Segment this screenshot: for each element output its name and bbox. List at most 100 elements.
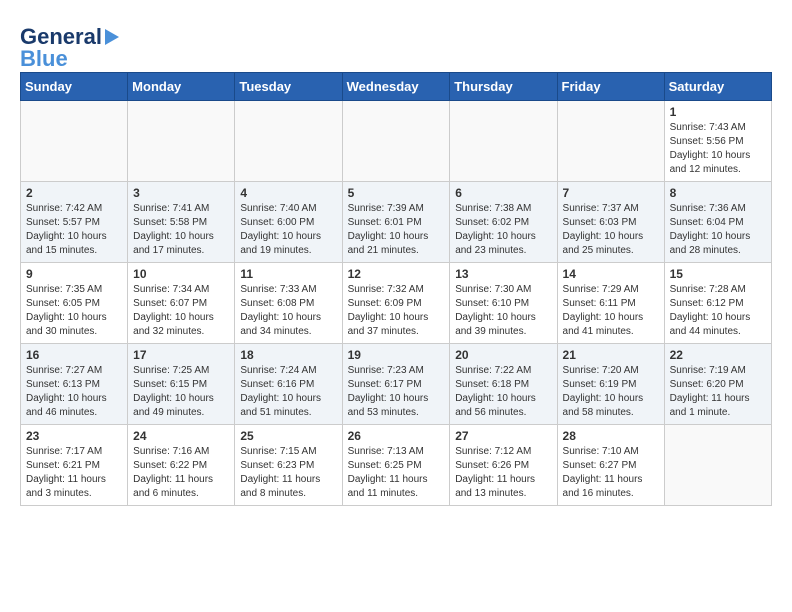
calendar-day-cell: 13 Sunrise: 7:30 AM Sunset: 6:10 PM Dayli… <box>450 263 557 344</box>
calendar-day-cell <box>450 101 557 182</box>
day-info: Sunrise: 7:37 AM Sunset: 6:03 PM Dayligh… <box>563 202 659 258</box>
day-info: Sunrise: 7:17 AM Sunset: 6:21 PM Dayligh… <box>26 445 122 501</box>
logo-blue: Blue <box>20 46 68 72</box>
calendar-day-cell <box>664 425 771 506</box>
calendar-day-cell: 3 Sunrise: 7:41 AM Sunset: 5:58 PM Daylig… <box>128 182 235 263</box>
day-info: Sunrise: 7:39 AM Sunset: 6:01 PM Dayligh… <box>348 202 445 258</box>
calendar-day-cell: 14Sunrise: 7:29 AM Sunset: 6:11 PM Dayli… <box>557 263 664 344</box>
calendar-day-cell <box>557 101 664 182</box>
day-info: Sunrise: 7:36 AM Sunset: 6:04 PM Dayligh… <box>670 202 766 258</box>
calendar-day-cell: 1 Sunrise: 7:43 AM Sunset: 5:56 PM Daylig… <box>664 101 771 182</box>
day-info: Sunrise: 7:27 AM Sunset: 6:13 PM Dayligh… <box>26 364 122 420</box>
calendar-table: SundayMondayTuesdayWednesdayThursdayFrid… <box>20 72 772 506</box>
weekday-header-thursday: Thursday <box>450 73 557 101</box>
day-number: 4 <box>240 186 336 200</box>
calendar-day-cell: 11 Sunrise: 7:33 AM Sunset: 6:08 PM Dayli… <box>235 263 342 344</box>
day-number: 9 <box>26 267 122 281</box>
calendar-day-cell <box>235 101 342 182</box>
weekday-header-monday: Monday <box>128 73 235 101</box>
calendar-week-row: 2 Sunrise: 7:42 AM Sunset: 5:57 PM Daylig… <box>21 182 772 263</box>
day-number: 15 <box>670 267 766 281</box>
day-number: 6 <box>455 186 551 200</box>
day-info: Sunrise: 7:28 AM Sunset: 6:12 PM Dayligh… <box>670 283 766 339</box>
day-number: 3 <box>133 186 229 200</box>
day-info: Sunrise: 7:43 AM Sunset: 5:56 PM Dayligh… <box>670 121 766 177</box>
calendar-day-cell: 28 Sunrise: 7:10 AM Sunset: 6:27 PM Dayli… <box>557 425 664 506</box>
calendar-day-cell: 18 Sunrise: 7:24 AM Sunset: 6:16 PM Dayli… <box>235 344 342 425</box>
calendar-day-cell: 23 Sunrise: 7:17 AM Sunset: 6:21 PM Dayli… <box>21 425 128 506</box>
day-number: 20 <box>455 348 551 362</box>
day-info: Sunrise: 7:38 AM Sunset: 6:02 PM Dayligh… <box>455 202 551 258</box>
day-number: 22 <box>670 348 766 362</box>
calendar-day-cell: 20 Sunrise: 7:22 AM Sunset: 6:18 PM Dayli… <box>450 344 557 425</box>
calendar-week-row: 9 Sunrise: 7:35 AM Sunset: 6:05 PM Daylig… <box>21 263 772 344</box>
day-info: Sunrise: 7:30 AM Sunset: 6:10 PM Dayligh… <box>455 283 551 339</box>
weekday-header-tuesday: Tuesday <box>235 73 342 101</box>
calendar-day-cell: 4 Sunrise: 7:40 AM Sunset: 6:00 PM Daylig… <box>235 182 342 263</box>
day-number: 7 <box>563 186 659 200</box>
weekday-header-friday: Friday <box>557 73 664 101</box>
day-info: Sunrise: 7:22 AM Sunset: 6:18 PM Dayligh… <box>455 364 551 420</box>
weekday-header-wednesday: Wednesday <box>342 73 450 101</box>
day-info: Sunrise: 7:25 AM Sunset: 6:15 PM Dayligh… <box>133 364 229 420</box>
calendar-day-cell <box>21 101 128 182</box>
calendar-day-cell: 16 Sunrise: 7:27 AM Sunset: 6:13 PM Dayli… <box>21 344 128 425</box>
day-info: Sunrise: 7:32 AM Sunset: 6:09 PM Dayligh… <box>348 283 445 339</box>
calendar-day-cell: 12 Sunrise: 7:32 AM Sunset: 6:09 PM Dayli… <box>342 263 450 344</box>
calendar-day-cell: 25 Sunrise: 7:15 AM Sunset: 6:23 PM Dayli… <box>235 425 342 506</box>
day-number: 17 <box>133 348 229 362</box>
day-number: 2 <box>26 186 122 200</box>
day-info: Sunrise: 7:24 AM Sunset: 6:16 PM Dayligh… <box>240 364 336 420</box>
day-number: 13 <box>455 267 551 281</box>
day-number: 21 <box>563 348 659 362</box>
calendar-day-cell: 24 Sunrise: 7:16 AM Sunset: 6:22 PM Dayli… <box>128 425 235 506</box>
day-info: Sunrise: 7:13 AM Sunset: 6:25 PM Dayligh… <box>348 445 445 501</box>
day-number: 18 <box>240 348 336 362</box>
weekday-header-saturday: Saturday <box>664 73 771 101</box>
day-info: Sunrise: 7:16 AM Sunset: 6:22 PM Dayligh… <box>133 445 229 501</box>
calendar-day-cell: 19Sunrise: 7:23 AM Sunset: 6:17 PM Dayli… <box>342 344 450 425</box>
day-number: 19 <box>348 348 445 362</box>
day-number: 12 <box>348 267 445 281</box>
day-number: 23 <box>26 429 122 443</box>
calendar-week-row: 1 Sunrise: 7:43 AM Sunset: 5:56 PM Daylig… <box>21 101 772 182</box>
calendar-day-cell: 17 Sunrise: 7:25 AM Sunset: 6:15 PM Dayli… <box>128 344 235 425</box>
calendar-day-cell: 8 Sunrise: 7:36 AM Sunset: 6:04 PM Daylig… <box>664 182 771 263</box>
calendar-day-cell: 15 Sunrise: 7:28 AM Sunset: 6:12 PM Dayli… <box>664 263 771 344</box>
day-number: 10 <box>133 267 229 281</box>
day-info: Sunrise: 7:10 AM Sunset: 6:27 PM Dayligh… <box>563 445 659 501</box>
logo: General Blue <box>20 24 119 72</box>
day-number: 1 <box>670 105 766 119</box>
day-number: 24 <box>133 429 229 443</box>
day-number: 11 <box>240 267 336 281</box>
logo-arrow-icon <box>105 29 119 45</box>
day-info: Sunrise: 7:29 AM Sunset: 6:11 PM Dayligh… <box>563 283 659 339</box>
day-info: Sunrise: 7:33 AM Sunset: 6:08 PM Dayligh… <box>240 283 336 339</box>
day-number: 16 <box>26 348 122 362</box>
day-info: Sunrise: 7:40 AM Sunset: 6:00 PM Dayligh… <box>240 202 336 258</box>
day-number: 25 <box>240 429 336 443</box>
day-info: Sunrise: 7:41 AM Sunset: 5:58 PM Dayligh… <box>133 202 229 258</box>
day-info: Sunrise: 7:35 AM Sunset: 6:05 PM Dayligh… <box>26 283 122 339</box>
day-info: Sunrise: 7:20 AM Sunset: 6:19 PM Dayligh… <box>563 364 659 420</box>
day-info: Sunrise: 7:12 AM Sunset: 6:26 PM Dayligh… <box>455 445 551 501</box>
calendar-day-cell: 21 Sunrise: 7:20 AM Sunset: 6:19 PM Dayli… <box>557 344 664 425</box>
weekday-header-sunday: Sunday <box>21 73 128 101</box>
calendar-week-row: 23 Sunrise: 7:17 AM Sunset: 6:21 PM Dayli… <box>21 425 772 506</box>
calendar-day-cell: 22Sunrise: 7:19 AM Sunset: 6:20 PM Dayli… <box>664 344 771 425</box>
calendar-day-cell <box>128 101 235 182</box>
calendar-day-cell: 2 Sunrise: 7:42 AM Sunset: 5:57 PM Daylig… <box>21 182 128 263</box>
day-number: 28 <box>563 429 659 443</box>
calendar-day-cell: 26Sunrise: 7:13 AM Sunset: 6:25 PM Dayli… <box>342 425 450 506</box>
day-number: 8 <box>670 186 766 200</box>
calendar-day-cell: 6 Sunrise: 7:38 AM Sunset: 6:02 PM Daylig… <box>450 182 557 263</box>
calendar-day-cell: 7 Sunrise: 7:37 AM Sunset: 6:03 PM Daylig… <box>557 182 664 263</box>
calendar-day-cell <box>342 101 450 182</box>
calendar-header-row: SundayMondayTuesdayWednesdayThursdayFrid… <box>21 73 772 101</box>
day-info: Sunrise: 7:15 AM Sunset: 6:23 PM Dayligh… <box>240 445 336 501</box>
calendar-day-cell: 5Sunrise: 7:39 AM Sunset: 6:01 PM Daylig… <box>342 182 450 263</box>
calendar-day-cell: 10Sunrise: 7:34 AM Sunset: 6:07 PM Dayli… <box>128 263 235 344</box>
calendar-day-cell: 27Sunrise: 7:12 AM Sunset: 6:26 PM Dayli… <box>450 425 557 506</box>
day-info: Sunrise: 7:42 AM Sunset: 5:57 PM Dayligh… <box>26 202 122 258</box>
calendar-day-cell: 9 Sunrise: 7:35 AM Sunset: 6:05 PM Daylig… <box>21 263 128 344</box>
